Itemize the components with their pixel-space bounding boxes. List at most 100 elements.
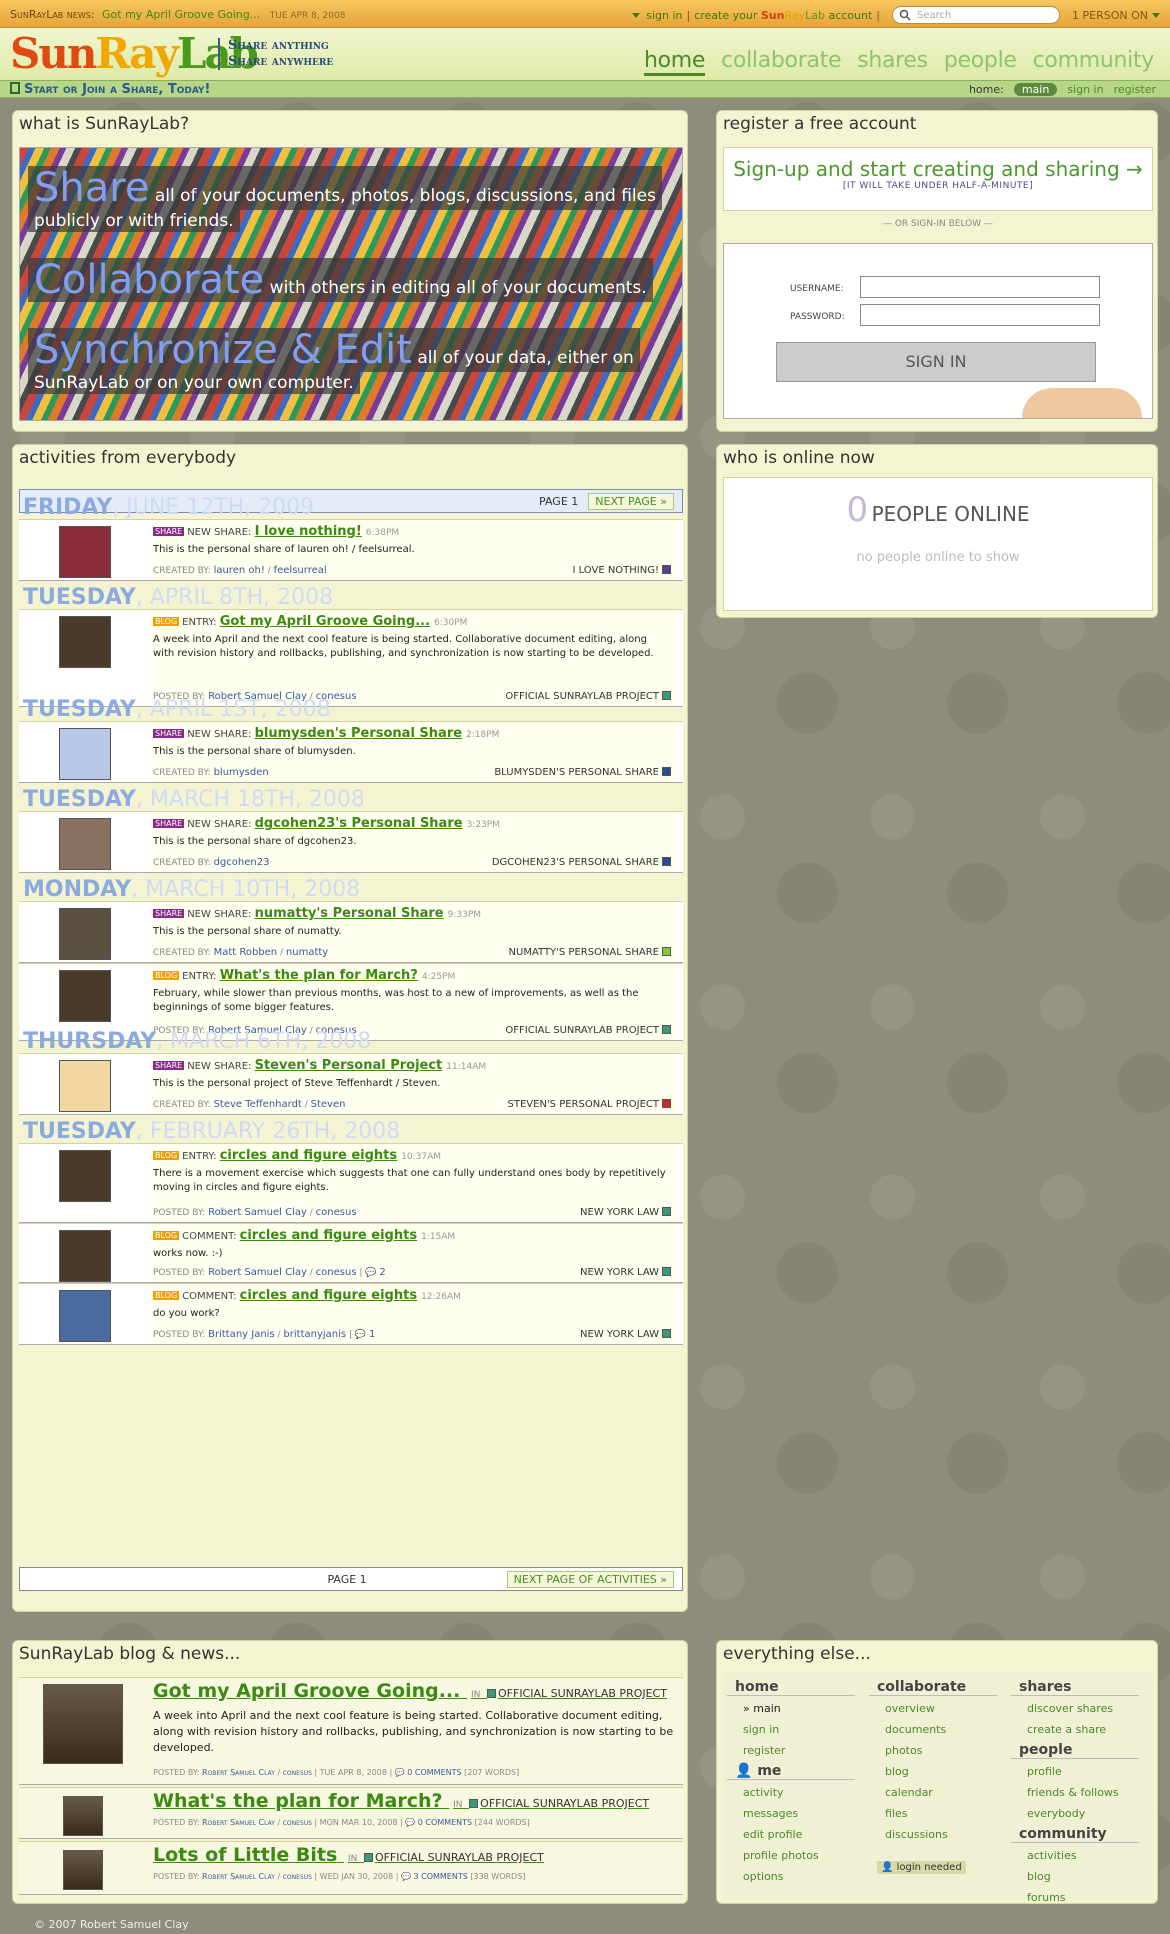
subnav-register[interactable]: register [1114,83,1156,96]
share-link[interactable]: NUMATTY'S PERSONAL SHARE [509,947,671,958]
sitemap-link[interactable]: profile [1011,1761,1139,1782]
author-link[interactable]: Robert Samuel Clay [202,1818,275,1827]
comments-link[interactable]: 0 COMMENTS [418,1818,472,1827]
username-field[interactable] [860,276,1100,298]
news-title-link[interactable]: Got my April Groove Going... [102,8,260,21]
nav-people[interactable]: people [944,48,1017,76]
nav-shares[interactable]: shares [857,48,928,76]
user-link[interactable]: dgcohen23 [214,857,270,868]
user-avatar[interactable] [59,1230,111,1282]
share-link[interactable]: DGCOHEN23'S PERSONAL SHARE [492,857,671,868]
sitemap-link[interactable]: register [727,1740,855,1761]
activity-title-link[interactable]: numatty's Personal Share [255,906,444,921]
people-on-count[interactable]: 1 PERSON ON [1072,9,1148,22]
author-link[interactable]: Robert Samuel Clay [202,1872,275,1881]
activity-title-link[interactable]: Steven's Personal Project [255,1058,443,1073]
comments-link[interactable]: 3 COMMENTS [413,1872,467,1881]
blog-post-title[interactable]: Got my April Groove Going... IN OFFICIAL… [153,1680,667,1702]
author-handle-link[interactable]: conesus [283,1818,312,1827]
sitemap-link[interactable]: sign in [727,1719,855,1740]
sitemap-link[interactable]: everybody [1011,1803,1139,1824]
user-handle-link[interactable]: Steven [311,1099,346,1110]
user-handle-link[interactable]: brittanyjanis [283,1329,346,1340]
sitemap-link[interactable]: activity [727,1782,855,1803]
sitemap-link[interactable]: files [869,1803,997,1824]
user-handle-link[interactable]: conesus [316,1267,357,1278]
sign-in-link[interactable]: sign in [646,9,682,22]
search-input[interactable]: Search [892,6,1061,24]
sitemap-link[interactable]: discover shares [1011,1698,1139,1719]
activity-title-link[interactable]: circles and figure eights [240,1288,417,1303]
author-avatar[interactable] [43,1684,123,1764]
sitemap-link[interactable]: blog [1011,1866,1139,1887]
user-avatar[interactable] [59,970,111,1022]
nav-collaborate[interactable]: collaborate [721,48,841,76]
share-link[interactable]: OFFICIAL SUNRAYLAB PROJECT [505,691,671,702]
sitemap-heading[interactable]: community [1011,1826,1139,1843]
sitemap-link[interactable]: photos [869,1740,997,1761]
sitemap-link[interactable]: calendar [869,1782,997,1803]
user-link[interactable]: Robert Samuel Clay [208,1207,307,1218]
user-avatar[interactable] [59,728,111,780]
sitemap-heading[interactable]: people [1011,1742,1139,1759]
user-handle-link[interactable]: conesus [316,1207,357,1218]
nav-home[interactable]: home [643,48,705,76]
comments-link[interactable]: 0 COMMENTS [407,1768,461,1777]
sitemap-link[interactable]: forums [1011,1887,1139,1908]
activity-title-link[interactable]: blumysden's Personal Share [255,726,462,741]
share-link[interactable]: OFFICIAL SUNRAYLAB PROJECT [505,1025,671,1036]
sitemap-link[interactable]: create a share [1011,1719,1139,1740]
author-link[interactable]: Robert Samuel Clay [202,1768,275,1777]
share-link[interactable]: STEVEN'S PERSONAL PROJECT [508,1099,671,1110]
user-link[interactable]: Matt Robben [214,947,278,958]
next-page-button[interactable]: NEXT PAGE » [588,492,674,510]
nav-community[interactable]: community [1033,48,1155,76]
user-avatar[interactable] [59,818,111,870]
comment-count[interactable]: 1 [369,1329,375,1340]
activity-title-link[interactable]: circles and figure eights [240,1228,417,1243]
create-account-link[interactable]: create your SunRayLab account [694,9,872,22]
author-avatar[interactable] [63,1850,103,1890]
activity-title-link[interactable]: dgcohen23's Personal Share [255,816,463,831]
author-handle-link[interactable]: conesus [283,1872,312,1881]
activity-title-link[interactable]: circles and figure eights [220,1148,397,1163]
user-link[interactable]: Steve Teffenhardt [214,1099,302,1110]
activity-title-link[interactable]: Got my April Groove Going... [220,614,430,629]
next-page-activities-button[interactable]: NEXT PAGE OF ACTIVITIES » [506,1570,674,1588]
project-link[interactable]: OFFICIAL SUNRAYLAB PROJECT [498,1687,667,1700]
user-link[interactable]: Robert Samuel Clay [208,1267,307,1278]
sitemap-link[interactable]: edit profile [727,1824,855,1845]
user-handle-link[interactable]: numatty [286,947,328,958]
sitemap-heading[interactable]: home [727,1679,855,1696]
sitemap-link[interactable]: documents [869,1719,997,1740]
sitemap-heading[interactable]: collaborate [869,1679,997,1696]
sign-in-button[interactable]: SIGN IN [776,342,1096,382]
start-share-link[interactable]: Start or Join a Share, Today! [10,82,210,97]
password-field[interactable] [860,304,1100,326]
activity-title-link[interactable]: I love nothing! [255,524,362,539]
subnav-main[interactable]: main [1013,83,1058,96]
sitemap-link[interactable]: discussions [869,1824,997,1845]
user-avatar[interactable] [59,1150,111,1202]
project-link[interactable]: OFFICIAL SUNRAYLAB PROJECT [375,1851,544,1864]
sitemap-link[interactable]: overview [869,1698,997,1719]
user-avatar[interactable] [59,526,111,578]
sitemap-link[interactable]: profile photos [727,1845,855,1866]
author-avatar[interactable] [63,1796,103,1836]
share-link[interactable]: NEW YORK LAW [580,1329,671,1340]
subnav-sign-in[interactable]: sign in [1067,83,1103,96]
share-link[interactable]: I LOVE NOTHING! [572,565,671,576]
blog-post-title[interactable]: Lots of Little Bits IN OFFICIAL SUNRAYLA… [153,1844,544,1866]
user-link[interactable]: blumysden [214,767,269,778]
sitemap-link[interactable]: blog [869,1761,997,1782]
comment-count[interactable]: 2 [379,1267,385,1278]
sitemap-heading[interactable]: 👤 me [727,1763,855,1780]
user-link[interactable]: Brittany Janis [208,1329,275,1340]
activity-title-link[interactable]: What's the plan for March? [220,968,418,983]
user-handle-link[interactable]: feelsurreal [274,565,327,576]
user-avatar[interactable] [59,616,111,668]
share-link[interactable]: NEW YORK LAW [580,1267,671,1278]
sitemap-link[interactable]: » main [727,1698,855,1719]
author-handle-link[interactable]: conesus [283,1768,312,1777]
sitemap-link[interactable]: activities [1011,1845,1139,1866]
